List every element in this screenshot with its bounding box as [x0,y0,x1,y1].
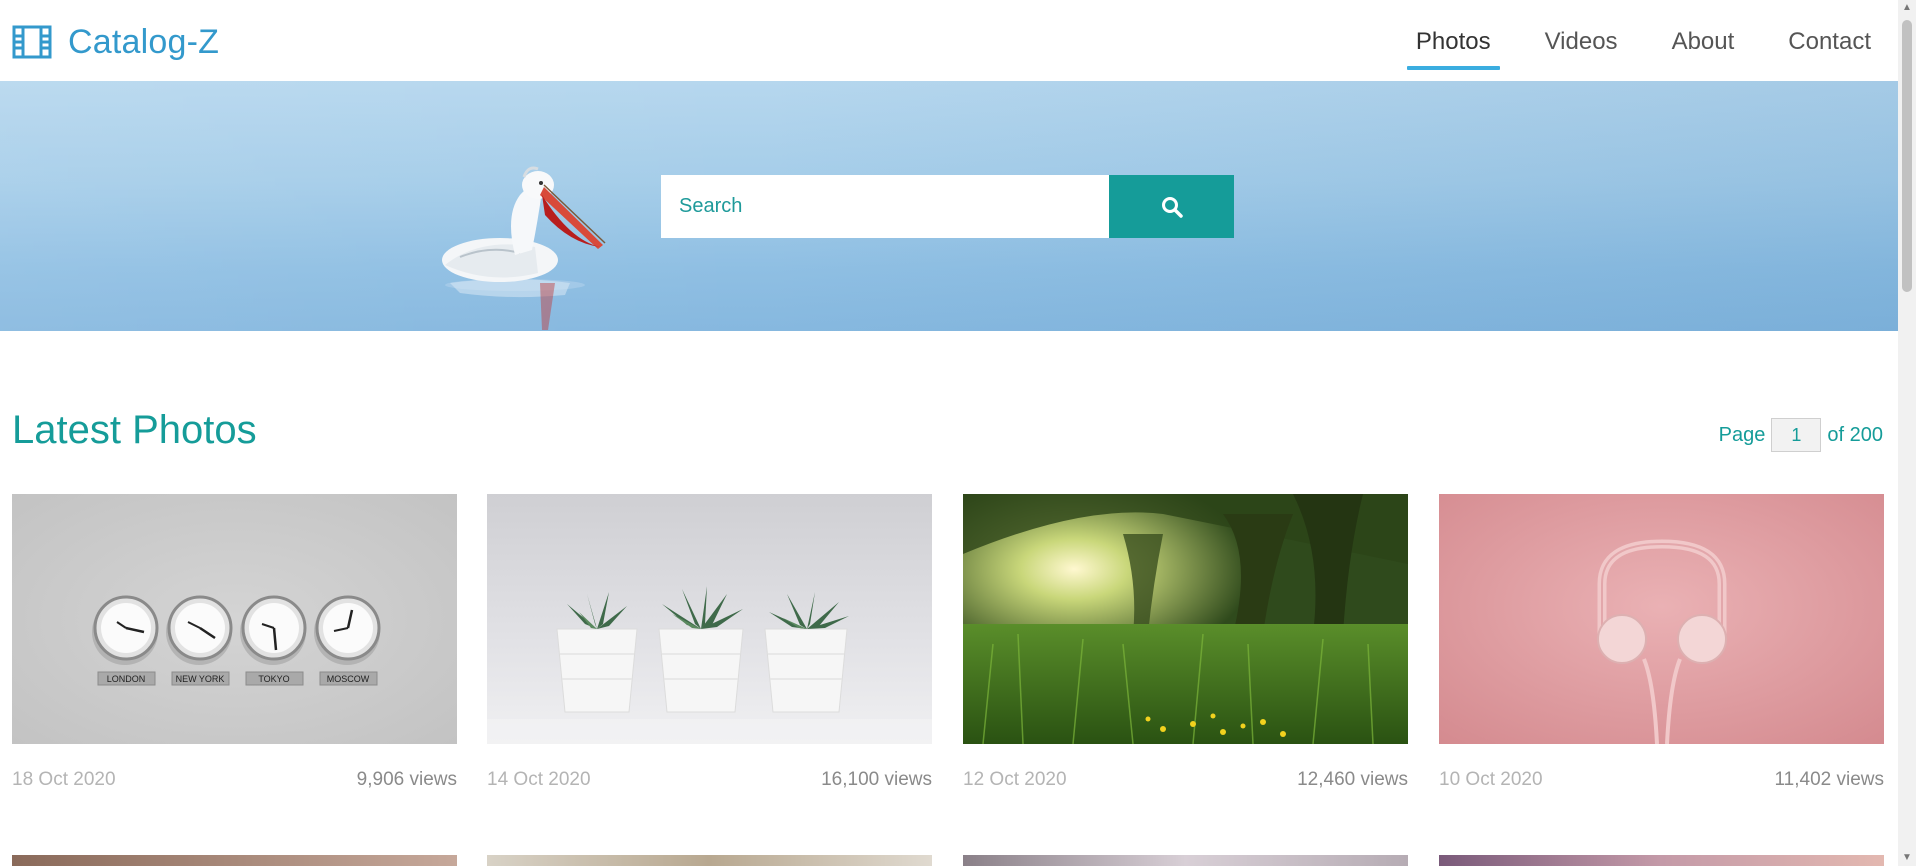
photo-meta: 10 Oct 2020 11,402 views [1439,769,1884,791]
clock-label-tokyo: TOKYO [258,674,289,684]
nav-about[interactable]: About [1653,22,1754,70]
nav-videos[interactable]: Videos [1526,22,1637,70]
scroll-up-icon[interactable]: ▲ [1902,3,1912,13]
scroll-down-icon[interactable]: ▼ [1902,853,1912,863]
photo-views: 9,906 views [356,769,457,790]
photo-thumbnail-partial[interactable] [963,855,1408,866]
photo-thumbnail-clocks[interactable]: LONDON NEW YORK TOKYO MOSCOW [12,494,457,744]
photo-date: 14 Oct 2020 [487,769,591,790]
search-form [661,175,1234,238]
photo-views: 12,460 views [1297,769,1408,790]
photo-card: 12 Oct 2020 12,460 views [963,494,1408,791]
film-icon [12,25,52,59]
photo-meta: 14 Oct 2020 16,100 views [487,769,932,791]
clocks-image: LONDON NEW YORK TOKYO MOSCOW [12,494,457,744]
photo-views: 16,100 views [821,769,932,790]
headphones-image [1439,494,1884,744]
pelican-image [442,166,606,330]
pager-label: Page [1718,423,1766,446]
photo-meta: 18 Oct 2020 9,906 views [12,769,457,791]
clock-label-london: LONDON [107,674,146,684]
section-title: Latest Photos [12,408,257,452]
photo-meta: 12 Oct 2020 12,460 views [963,769,1408,791]
photo-date: 18 Oct 2020 [12,769,116,790]
photo-thumbnail-plants[interactable] [487,494,932,744]
photo-date: 12 Oct 2020 [963,769,1067,790]
search-input[interactable] [661,175,1109,238]
brand-link[interactable]: Catalog-Z [12,18,219,66]
search-icon [1161,196,1183,218]
page-number-input[interactable] [1771,418,1822,452]
photo-date: 10 Oct 2020 [1439,769,1543,790]
clock-label-new-york: NEW YORK [176,674,225,684]
photo-thumbnail-meadow[interactable] [963,494,1408,744]
brand-name: Catalog-Z [68,22,220,61]
search-button[interactable] [1109,175,1234,238]
scrollbar-thumb[interactable] [1902,20,1912,292]
hero-banner [0,81,1898,331]
photo-card: LONDON NEW YORK TOKYO MOSCOW 18 Oct 2020… [12,494,457,791]
photo-card: 10 Oct 2020 11,402 views [1439,494,1884,791]
clock-label-moscow: MOSCOW [327,674,370,684]
navbar: Catalog-Z Photos Videos About Contact [0,0,1898,81]
photo-views: 11,402 views [1774,769,1885,790]
photo-thumbnail-headphones[interactable] [1439,494,1884,744]
nav-contact[interactable]: Contact [1769,22,1890,70]
photo-thumbnail-partial[interactable] [487,855,932,866]
main-nav: Photos Videos About Contact [1381,22,1890,70]
photo-thumbnail-partial[interactable] [12,855,457,866]
photo-card: 14 Oct 2020 16,100 views [487,494,932,791]
pager-total: of 200 [1827,423,1883,446]
plants-image [487,494,932,744]
vertical-scrollbar[interactable]: ▲ ▼ [1898,0,1916,866]
meadow-image [963,494,1408,744]
photo-thumbnail-partial[interactable] [1439,855,1884,866]
pager: Page of 200 [1719,418,1883,452]
nav-photos[interactable]: Photos [1397,22,1510,70]
